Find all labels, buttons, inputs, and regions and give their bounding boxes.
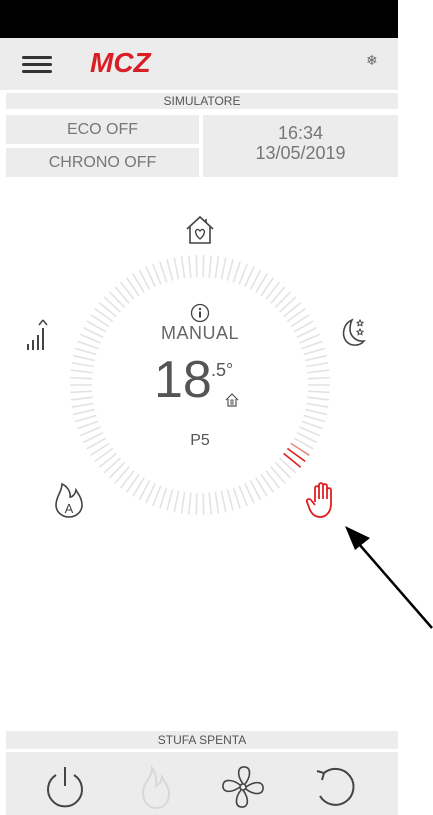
snowflake-icon[interactable]: ❄ [366,52,378,69]
pointer-arrow [345,526,433,629]
dial-tick [71,402,94,408]
dial-tick [180,491,186,514]
dial-tick [103,296,121,313]
eco-status[interactable]: ECO OFF [6,115,199,144]
flame-a-icon[interactable]: A [52,480,86,520]
dial-tick [299,426,321,437]
dial-tick [226,259,234,281]
dial-tick [303,414,325,423]
dial-tick [159,487,168,509]
dial-tick [274,461,292,479]
reset-icon[interactable] [309,762,359,812]
house-heart-icon[interactable] [184,214,216,246]
svg-text:A: A [65,501,74,516]
dial-tick [301,340,323,350]
app-header [0,38,398,90]
simulator-label: SIMULATORE [6,93,398,109]
dial-tick [79,333,101,344]
dial-tick [238,263,248,285]
dial-tick [208,492,212,515]
dial-tick [214,491,220,514]
dial-tick [188,492,192,515]
dial-tick [226,489,234,511]
dial-tick [232,261,241,283]
dial-tick [279,296,297,313]
dial-tick [202,492,205,515]
dial-tick [152,263,162,285]
status-bar-top [0,0,398,38]
time-text: 16:34 [277,123,324,143]
stove-status: STUFA SPENTA [6,731,398,749]
dial-tick [305,354,327,362]
dial-tick [70,390,93,394]
dial-center: MANUAL [140,303,260,344]
dial-tick [73,354,95,362]
dial-tick [208,255,212,278]
dial-tick [307,369,330,374]
dial-tick [238,485,248,507]
flame-icon[interactable] [131,762,181,812]
dial-tick [159,261,168,283]
dial-tick [274,291,292,309]
mcz-logo: MCZ [90,48,152,78]
temperature-value: 18 [154,351,212,409]
dial-tick [307,376,330,380]
dial-tick [232,487,241,509]
dial-tick [70,369,93,374]
clock-box: 16:34 13/05/2019 [203,115,398,177]
dial-tick [70,376,93,380]
signal-bars-icon[interactable] [26,318,50,352]
power-level: P5 [190,432,210,449]
dial-tick [79,426,101,437]
dial-tick [188,255,192,278]
dial-tick [166,259,174,281]
dial-tick [306,402,329,408]
moon-stars-icon[interactable] [338,316,368,350]
house-thermometer-icon [225,393,239,407]
brand-text: MCZ [90,48,152,78]
dial-tick [75,414,97,423]
hand-icon[interactable] [304,480,340,520]
dial-tick [220,257,227,280]
dial-tick [202,255,205,278]
dial-tick [307,396,330,401]
mode-label: MANUAL [160,323,239,343]
date-text: 13/05/2019 [255,143,346,163]
dial-tick [77,340,99,350]
dial-tick [166,489,174,511]
dial-tick [70,396,93,401]
dial-tick [220,490,227,513]
info-icon[interactable] [190,303,210,323]
dial-tick [108,461,126,479]
dial-tick [173,257,180,280]
dial-tick [195,255,198,278]
dial-tick [303,347,325,356]
chrono-status[interactable]: CHRONO OFF [6,148,199,177]
hamburger-menu-icon[interactable] [22,56,52,74]
dial-tick [103,457,121,474]
dial-tick [77,420,99,430]
fan-icon[interactable] [218,762,268,812]
dial-tick [307,390,330,394]
dial-tick [195,492,198,515]
dial-tick [279,457,297,474]
dial-tick [152,485,162,507]
temperature-decimal: .5° [211,360,234,380]
dial-tick [75,347,97,356]
dial-tick [73,408,95,416]
dial-tick [305,408,327,416]
dial-tick [173,490,180,513]
dial-tick [301,420,323,430]
power-icon[interactable] [40,762,90,812]
dial-tick [214,256,220,279]
temperature-display: 18 .5° [150,352,260,412]
dial-tick [306,362,329,368]
dial-tick [299,333,321,344]
dial-tick [180,256,186,279]
dial-tick [71,362,94,368]
dial-tick [108,291,126,309]
